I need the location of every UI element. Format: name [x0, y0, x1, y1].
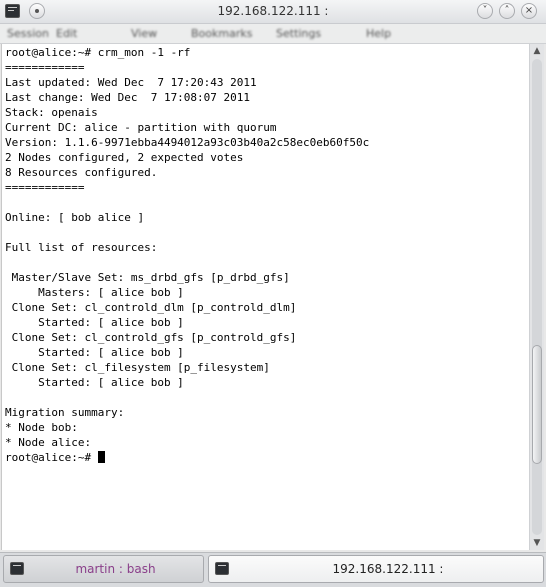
menu-session[interactable]: Session: [7, 27, 49, 40]
terminal-prompt-line: root@alice:~#: [5, 450, 369, 465]
vertical-scrollbar[interactable]: ▲ ▼: [529, 44, 544, 550]
menu-edit[interactable]: Edit: [56, 27, 77, 40]
terminal-app-icon[interactable]: [5, 4, 20, 18]
maximize-button[interactable]: ˄: [499, 3, 515, 19]
pin-icon[interactable]: [29, 3, 45, 19]
menu-settings[interactable]: Settings: [276, 27, 321, 40]
menu-help[interactable]: Help: [366, 27, 391, 40]
terminal-tab-icon: [215, 562, 229, 575]
terminal-line: Started: [ alice bob ]: [5, 346, 184, 359]
terminal-line: Started: [ alice bob ]: [5, 376, 184, 389]
tab-bar: martin : bash 192.168.122.111 :: [0, 552, 546, 587]
tab-label: 192.168.122.111 :: [332, 562, 444, 576]
terminal-line: Migration summary:: [5, 406, 125, 419]
window-title: 192.168.122.111 :: [217, 4, 329, 18]
terminal-line: root@alice:~# crm_mon -1 -rf: [5, 46, 191, 59]
terminal-window: 192.168.122.111 : ˅ ˄ × Session Edit Vie…: [0, 0, 546, 587]
terminal-line: ============: [5, 181, 85, 194]
terminal-line: * Node bob:: [5, 421, 78, 434]
minimize-button[interactable]: ˅: [477, 3, 493, 19]
scroll-track[interactable]: [532, 59, 542, 535]
terminal-line: Online: [ bob alice ]: [5, 211, 145, 224]
terminal-line: 8 Resources configured.: [5, 166, 158, 179]
terminal-line: Stack: openais: [5, 106, 98, 119]
terminal-output[interactable]: root@alice:~# crm_mon -1 -rf ============…: [1, 44, 529, 550]
terminal-line: Full list of resources:: [5, 241, 158, 254]
terminal-line: * Node alice:: [5, 436, 92, 449]
menu-view[interactable]: View: [131, 27, 157, 40]
scroll-thumb[interactable]: [532, 345, 542, 464]
terminal-line: Last updated: Wed Dec 7 17:20:43 2011: [5, 76, 257, 89]
menu-bar: Session Edit View Bookmarks Settings Hel…: [0, 24, 546, 44]
close-button[interactable]: ×: [521, 3, 537, 19]
title-bar[interactable]: 192.168.122.111 : ˅ ˄ ×: [0, 0, 546, 24]
terminal-text: root@alice:~# crm_mon -1 -rf ============…: [5, 45, 369, 465]
terminal-line: Clone Set: cl_controld_dlm [p_controld_d…: [5, 301, 297, 314]
terminal-line: Clone Set: cl_filesystem [p_filesystem]: [5, 361, 270, 374]
terminal-line: Version: 1.1.6-9971ebba4494012a93c03b40a…: [5, 136, 370, 149]
terminal-prompt: root@alice:~#: [5, 451, 98, 464]
terminal-line: Master/Slave Set: ms_drbd_gfs [p_drbd_gf…: [5, 271, 290, 284]
scroll-up-arrow-icon[interactable]: ▲: [530, 44, 544, 58]
terminal-line: Clone Set: cl_controld_gfs [p_controld_g…: [5, 331, 297, 344]
terminal-line: Current DC: alice - partition with quoru…: [5, 121, 277, 134]
tab-label: martin : bash: [75, 562, 156, 576]
terminal-line: Last change: Wed Dec 7 17:08:07 2011: [5, 91, 251, 104]
text-cursor: [97, 451, 105, 463]
menu-bookmarks[interactable]: Bookmarks: [191, 27, 252, 40]
terminal-line: 2 Nodes configured, 2 expected votes: [5, 151, 244, 164]
terminal-tab-icon: [10, 562, 24, 575]
terminal-line: Masters: [ alice bob ]: [5, 286, 184, 299]
terminal-line: ============: [5, 61, 85, 74]
terminal-line: Started: [ alice bob ]: [5, 316, 184, 329]
scroll-down-arrow-icon[interactable]: ▼: [530, 536, 544, 550]
tab-martin-bash[interactable]: martin : bash: [3, 555, 204, 583]
tab-remote-host[interactable]: 192.168.122.111 :: [208, 555, 544, 583]
